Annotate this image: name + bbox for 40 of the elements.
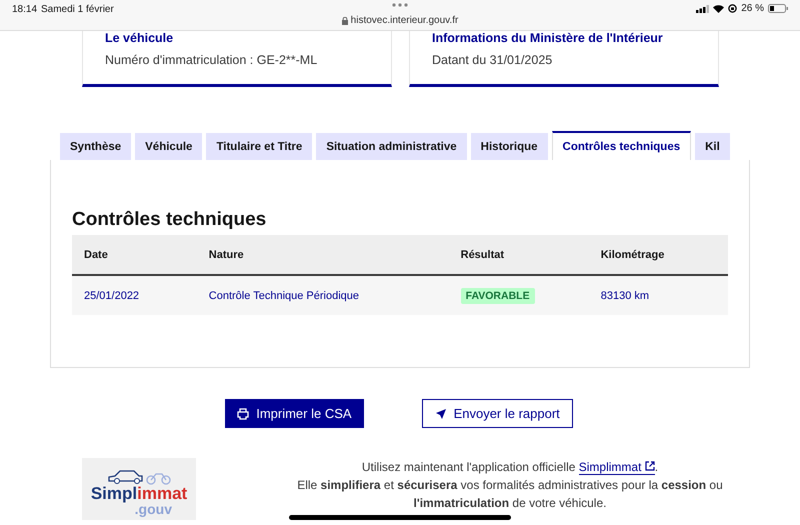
printer-icon — [237, 408, 250, 420]
orientation-lock-icon — [728, 4, 738, 13]
table-cell: Contrôle Technique Périodique — [196, 275, 449, 315]
tab[interactable]: Situation administrative — [316, 133, 467, 160]
url-text[interactable]: histovec.interieur.gouv.fr — [350, 15, 458, 26]
tab[interactable]: Véhicule — [135, 133, 202, 160]
signal-icon — [696, 4, 710, 12]
app-benefits-text: Elle simplifiera et sécurisera vos formalités administratives pour la cession ou l'immatriculation de votre véhicule. — [296, 477, 724, 512]
column-header: Résultat — [448, 235, 589, 275]
more-icon[interactable] — [392, 3, 408, 7]
logo-wordmark: Simplimmat — [90, 486, 188, 502]
column-header: Kilométrage — [588, 235, 728, 275]
send-icon — [434, 408, 447, 420]
lock-icon — [342, 16, 348, 24]
logo-suffix: .gouv — [134, 502, 172, 516]
card-text: Numéro d'immatriculation : GE-2**-ML — [105, 53, 318, 67]
status-time: 18:14 — [12, 4, 38, 15]
result-badge: FAVORABLE — [460, 288, 535, 304]
tab[interactable]: Synthèse — [60, 133, 132, 160]
app-promo-text: Utilisez maintenant l'application officielle Simplimmat . — [360, 459, 660, 476]
section-title: Contrôles techniques — [72, 209, 268, 231]
tab[interactable]: Kil — [695, 133, 730, 160]
column-header: Nature — [196, 235, 449, 275]
card-title: Le véhicule — [105, 31, 174, 45]
tab[interactable]: Historique — [470, 133, 548, 160]
tab[interactable]: Titulaire et Titre — [206, 133, 312, 160]
external-link-icon — [644, 461, 655, 471]
card-title: Informations du Ministère de l'Intérieur — [432, 31, 664, 45]
table-cell: 83130 km — [588, 275, 728, 315]
battery-icon — [768, 4, 788, 13]
battery-percent: 26 % — [741, 3, 764, 14]
card-text: Datant du 31/01/2025 — [432, 53, 554, 67]
table-cell: 25/01/2022 — [72, 275, 197, 315]
print-button[interactable]: Imprimer le CSA — [225, 399, 364, 428]
simplimmat-link[interactable]: Simplimmat — [578, 460, 655, 475]
tab[interactable]: Contrôles techniques — [552, 131, 692, 160]
send-button[interactable]: Envoyer le rapport — [422, 399, 573, 428]
wifi-icon — [713, 4, 724, 12]
column-header: Date — [72, 235, 197, 275]
status-date: Samedi 1 février — [41, 4, 114, 15]
